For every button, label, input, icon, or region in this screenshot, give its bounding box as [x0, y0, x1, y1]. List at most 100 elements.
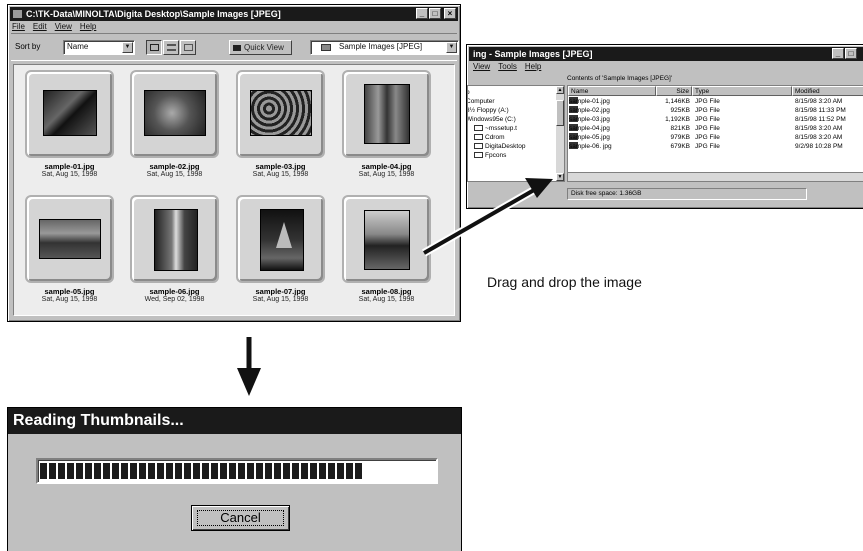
cancel-button[interactable]: Cancel — [191, 505, 290, 531]
progress-block — [67, 463, 74, 479]
thumbnail-item[interactable]: sample-07.jpg Sat, Aug 15, 1998 — [236, 195, 325, 303]
chevron-down-icon[interactable]: ▼ — [122, 42, 133, 53]
scroll-thumb[interactable] — [556, 100, 564, 126]
thumbnail-item[interactable]: sample-04.jpg Sat, Aug 15, 1998 — [342, 70, 431, 178]
file-row[interactable]: sample-05.jpg 979KB JPG File 8/15/98 3:2… — [568, 133, 863, 142]
browser-menubar: File Edit View Help — [12, 22, 96, 33]
file-size: 925KB — [670, 107, 690, 114]
menu-tools[interactable]: Tools — [498, 62, 517, 73]
close-button[interactable]: × — [444, 8, 456, 19]
disk-free-text: Disk free space: 1.36GB — [571, 190, 642, 197]
list-view-button[interactable] — [163, 40, 179, 55]
minimize-button[interactable]: _ — [416, 8, 428, 19]
browser-title: C:\TK-Data\MINOLTA\Digita Desktop\Sample… — [26, 9, 281, 19]
file-name: sample-01.jpg — [569, 98, 610, 105]
horizontal-scrollbar[interactable] — [568, 172, 863, 181]
scroll-down-icon[interactable]: ▼ — [556, 173, 564, 181]
folder-icon — [321, 44, 331, 51]
sort-dropdown[interactable]: Name ▼ — [63, 40, 135, 55]
thumbnail-item[interactable]: sample-02.jpg Sat, Aug 15, 1998 — [130, 70, 219, 178]
column-header-size[interactable]: Size — [656, 86, 692, 96]
progress-block — [184, 463, 191, 479]
thumbnail-item[interactable]: sample-01.jpg Sat, Aug 15, 1998 — [25, 70, 114, 178]
file-type: JPG File — [695, 107, 720, 114]
quick-view-button[interactable]: Quick View — [229, 40, 292, 55]
tree-item-fpcons[interactable]: Fpcons — [474, 151, 506, 160]
progress-block — [94, 463, 101, 479]
thumbnail-image — [39, 219, 101, 259]
thumbnail-name: sample-03.jpg — [255, 162, 306, 171]
file-row[interactable]: sample-03.jpg 1,192KB JPG File 8/15/98 1… — [568, 115, 863, 124]
file-row[interactable]: sample-01.jpg 1,146KB JPG File 8/15/98 3… — [568, 97, 863, 106]
file-type: JPG File — [695, 143, 720, 150]
file-list-pane: Name Size Type Modified sample-01.jpg 1,… — [567, 85, 863, 182]
tree-item-floppy[interactable]: 3½ Floppy (A:) — [468, 106, 509, 115]
thumbnail-item[interactable]: sample-08.jpg Sat, Aug 15, 1998 — [342, 195, 431, 303]
folder-icon — [474, 125, 483, 131]
thumbnail-frame — [342, 70, 431, 158]
tree-scrollbar[interactable]: ▲ ▼ — [556, 86, 564, 181]
thumbnail-date: Wed, Sep 02, 1998 — [144, 296, 205, 303]
file-size: 679KB — [670, 143, 690, 150]
file-row[interactable]: sample-06. jpg 679KB JPG File 9/2/98 10:… — [568, 142, 863, 151]
menu-view[interactable]: View — [473, 62, 490, 73]
thumbnail-image — [260, 209, 304, 271]
progress-block — [310, 463, 317, 479]
tree-item-c-drive[interactable]: Windows95e (C:) — [468, 115, 516, 124]
focus-rect — [197, 510, 284, 526]
thumbnail-date: Sat, Aug 15, 1998 — [358, 296, 415, 303]
folder-dropdown[interactable]: Sample Images [JPEG] ▼ — [310, 40, 459, 55]
menu-help[interactable]: Help — [80, 22, 96, 33]
details-view-button[interactable] — [180, 40, 196, 55]
file-row[interactable]: sample-04.jpg 821KB JPG File 8/15/98 3:2… — [568, 124, 863, 133]
thumbnail-frame — [236, 70, 325, 158]
explorer-title-bar[interactable]: ing - Sample Images [JPEG] _ □ — [469, 47, 863, 61]
details-view-icon — [183, 44, 193, 51]
status-bar: Disk free space: 1.36GB — [567, 188, 807, 200]
browser-title-bar[interactable]: C:\TK-Data\MINOLTA\Digita Desktop\Sample… — [10, 7, 458, 21]
progress-block — [238, 463, 245, 479]
tree-label: ~mssetup.t — [485, 125, 517, 132]
menu-view[interactable]: View — [55, 22, 72, 33]
thumbnail-item[interactable]: sample-06.jpg Wed, Sep 02, 1998 — [130, 195, 219, 303]
thumbnail-item[interactable]: sample-05.jpg Sat, Aug 15, 1998 — [25, 195, 114, 303]
progress-block — [265, 463, 272, 479]
tree-item-computer[interactable]: Computer — [468, 97, 495, 106]
progress-block — [211, 463, 218, 479]
progress-block — [121, 463, 128, 479]
large-icons-view-button[interactable] — [146, 40, 162, 55]
thumbnail-item[interactable]: sample-03.jpg Sat, Aug 15, 1998 — [236, 70, 325, 178]
thumbnail-name: sample-06.jpg — [149, 287, 200, 296]
maximize-button[interactable]: □ — [845, 48, 857, 59]
tree-item[interactable]: p — [468, 88, 470, 97]
file-size: 1,192KB — [665, 116, 690, 123]
dialog-title-bar[interactable]: Reading Thumbnails... — [8, 408, 461, 434]
column-header-modified[interactable]: Modified — [792, 86, 863, 96]
file-modified: 9/2/98 10:28 PM — [795, 143, 843, 150]
file-row[interactable]: sample-02.jpg 925KB JPG File 8/15/98 11:… — [568, 106, 863, 115]
tree-item-cdrom[interactable]: Cdrom — [474, 133, 505, 142]
minimize-button[interactable]: _ — [832, 48, 844, 59]
app-icon — [13, 10, 22, 18]
scroll-up-icon[interactable]: ▲ — [556, 86, 564, 94]
thumbnail-date: Sat, Aug 15, 1998 — [41, 171, 98, 178]
progress-block — [49, 463, 56, 479]
chevron-down-icon[interactable]: ▼ — [446, 42, 457, 53]
file-name: sample-05.jpg — [569, 134, 610, 141]
menu-help[interactable]: Help — [525, 62, 541, 73]
tree-label: Cdrom — [485, 134, 505, 141]
progress-block — [139, 463, 146, 479]
maximize-button[interactable]: □ — [429, 8, 441, 19]
browser-toolbar: Sort by Name ▼ Quick View Sample Images … — [11, 33, 459, 61]
column-header-type[interactable]: Type — [692, 86, 792, 96]
menu-edit[interactable]: Edit — [33, 22, 47, 33]
progress-block — [319, 463, 326, 479]
menu-file[interactable]: File — [12, 22, 25, 33]
tree-item-digitadesktop[interactable]: DigitaDesktop — [474, 142, 525, 151]
progress-block — [283, 463, 290, 479]
thumbnail-frame — [130, 195, 219, 283]
column-header-name[interactable]: Name — [568, 86, 656, 96]
sailboat-shape — [276, 222, 292, 248]
file-modified: 8/15/98 3:20 AM — [795, 125, 843, 132]
tree-item-mssetup[interactable]: ~mssetup.t — [474, 124, 517, 133]
